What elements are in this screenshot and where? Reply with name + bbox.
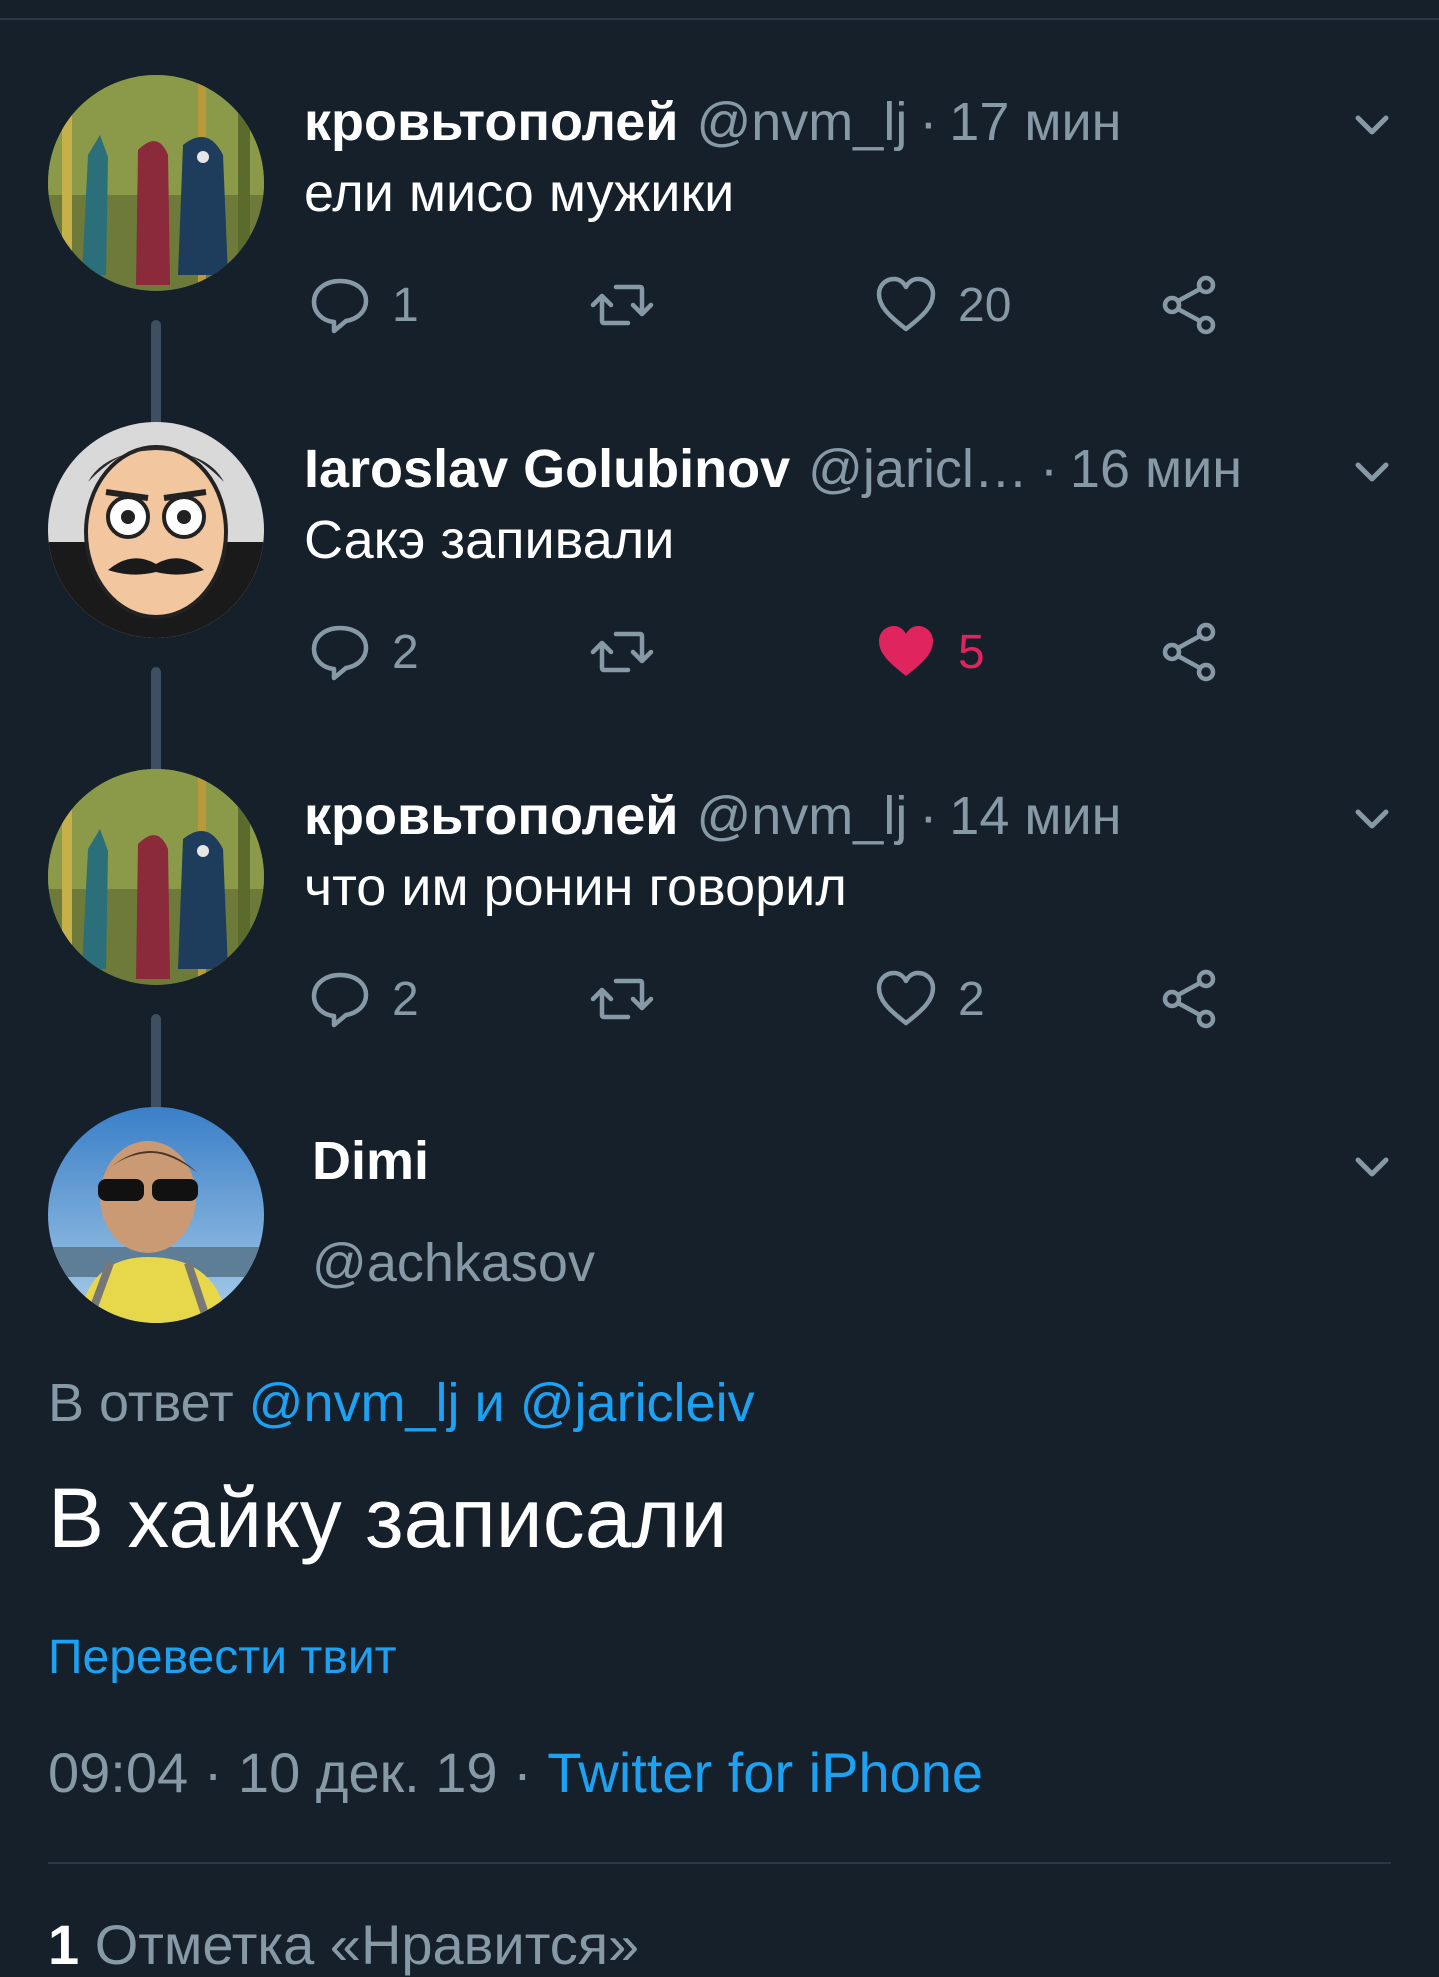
top-divider (0, 18, 1439, 20)
retweet-button[interactable] (590, 612, 674, 692)
like-count: 5 (958, 625, 985, 679)
selfie-avatar-image (48, 1107, 264, 1323)
author-name[interactable]: кровьтополей (304, 91, 678, 153)
cartoon-face-avatar-image (48, 422, 264, 638)
author-handle[interactable]: @nvm_lj (696, 785, 907, 847)
reply-to-user-jaricleiv[interactable]: @jaricleiv (520, 1373, 755, 1433)
separator-dot: · (1039, 439, 1058, 499)
like-button[interactable]: 20 (874, 265, 1011, 345)
reply-count: 2 (392, 972, 419, 1026)
like-button[interactable]: 2 (874, 959, 985, 1039)
tweet-date: 10 дек. 19 (237, 1741, 498, 1804)
tweet-actions: 2 5 (0, 612, 1439, 692)
reply-to-line: В ответ @nvm_lj и @jaricleiv (48, 1372, 755, 1434)
like-button[interactable]: 5 (874, 612, 985, 692)
avatar[interactable] (48, 769, 264, 985)
avatar[interactable] (48, 422, 264, 638)
separator-dot: · (919, 786, 938, 846)
author-name[interactable]: Iaroslav Golubinov (304, 438, 790, 500)
likes-label: Отметка «Нравится» (94, 1913, 640, 1976)
main-tweet-text: В хайку записали (48, 1471, 728, 1565)
author-handle[interactable]: @jaricl… (808, 438, 1028, 500)
share-icon (1162, 622, 1216, 682)
likes-count: 1 (48, 1913, 80, 1976)
retweet-icon (590, 631, 654, 673)
chevron-down-icon[interactable] (1350, 1144, 1394, 1188)
reply-to-user-nvm-lj[interactable]: @nvm_lj (249, 1373, 460, 1433)
heart-outline-icon (876, 970, 936, 1026)
separator-dot: · (203, 1741, 238, 1804)
tweet-meta: 09:04 · 10 дек. 19 · Twitter for iPhone (48, 1740, 983, 1805)
translate-tweet-link[interactable]: Перевести твит (48, 1630, 397, 1685)
chevron-down-icon[interactable] (1350, 449, 1394, 493)
retweet-button[interactable] (590, 265, 674, 345)
heart-outline-icon (876, 276, 936, 332)
share-button[interactable] (1158, 612, 1222, 692)
retweet-icon (590, 978, 654, 1020)
tweet-time[interactable]: 16 мин (1070, 438, 1242, 500)
share-icon (1162, 969, 1216, 1029)
main-author-handle[interactable]: @achkasov (312, 1232, 595, 1294)
tweet-text: ели мисо мужики (304, 163, 735, 223)
retweet-button[interactable] (590, 959, 674, 1039)
tweet-header: кровьтополей @nvm_lj · 17 мин (304, 82, 1121, 162)
reply-to-prefix: В ответ (48, 1373, 234, 1433)
forest-birds-avatar-image (48, 769, 264, 985)
divider (48, 1862, 1391, 1864)
forest-birds-avatar-image (48, 75, 264, 291)
retweet-icon (590, 284, 654, 326)
tweet-header: кровьтополей @nvm_lj · 14 мин (304, 776, 1121, 856)
thread-tweet-2[interactable]: Iaroslav Golubinov @jaricl… · 16 мин Сак… (0, 377, 1439, 782)
reply-button[interactable]: 2 (308, 612, 419, 692)
tweet-time[interactable]: 14 мин (949, 785, 1121, 847)
tweet-actions: 1 20 (0, 265, 1439, 345)
share-icon (1162, 275, 1216, 335)
reply-icon (311, 278, 369, 334)
reply-count: 1 (392, 278, 419, 332)
reply-count: 2 (392, 625, 419, 679)
like-count: 20 (958, 278, 1012, 332)
tweet-text: Сакэ запивали (304, 510, 675, 570)
heart-filled-icon (879, 626, 933, 676)
avatar[interactable] (48, 75, 264, 291)
tweet-source-link[interactable]: Twitter for iPhone (547, 1741, 983, 1804)
reply-icon (311, 625, 369, 681)
thread-tweet-1[interactable]: кровьтополей @nvm_lj · 17 мин ели мисо м… (0, 30, 1439, 435)
chevron-down-icon[interactable] (1350, 102, 1394, 146)
reply-button[interactable]: 1 (308, 265, 419, 345)
thread-tweet-3[interactable]: кровьтополей @nvm_lj · 14 мин что им рон… (0, 724, 1439, 1129)
likes-summary[interactable]: 1 Отметка «Нравится» (48, 1912, 639, 1977)
main-author-name[interactable]: Dimi (312, 1130, 429, 1192)
author-handle[interactable]: @nvm_lj (696, 91, 907, 153)
separator-dot: · (919, 92, 938, 152)
tweet-timestamp: 09:04 (48, 1741, 189, 1804)
reply-icon (311, 972, 369, 1028)
tweet-time[interactable]: 17 мин (949, 91, 1121, 153)
author-name[interactable]: кровьтополей (304, 785, 678, 847)
reply-to-and: и (474, 1373, 505, 1433)
tweet-text: что им ронин говорил (304, 857, 847, 917)
reply-button[interactable]: 2 (308, 959, 419, 1039)
share-button[interactable] (1158, 265, 1222, 345)
share-button[interactable] (1158, 959, 1222, 1039)
main-avatar[interactable] (48, 1107, 264, 1323)
tweet-header: Iaroslav Golubinov @jaricl… · 16 мин (304, 429, 1242, 509)
separator-dot: · (513, 1741, 548, 1804)
like-count: 2 (958, 972, 985, 1026)
tweet-actions: 2 2 (0, 959, 1439, 1039)
chevron-down-icon[interactable] (1350, 796, 1394, 840)
